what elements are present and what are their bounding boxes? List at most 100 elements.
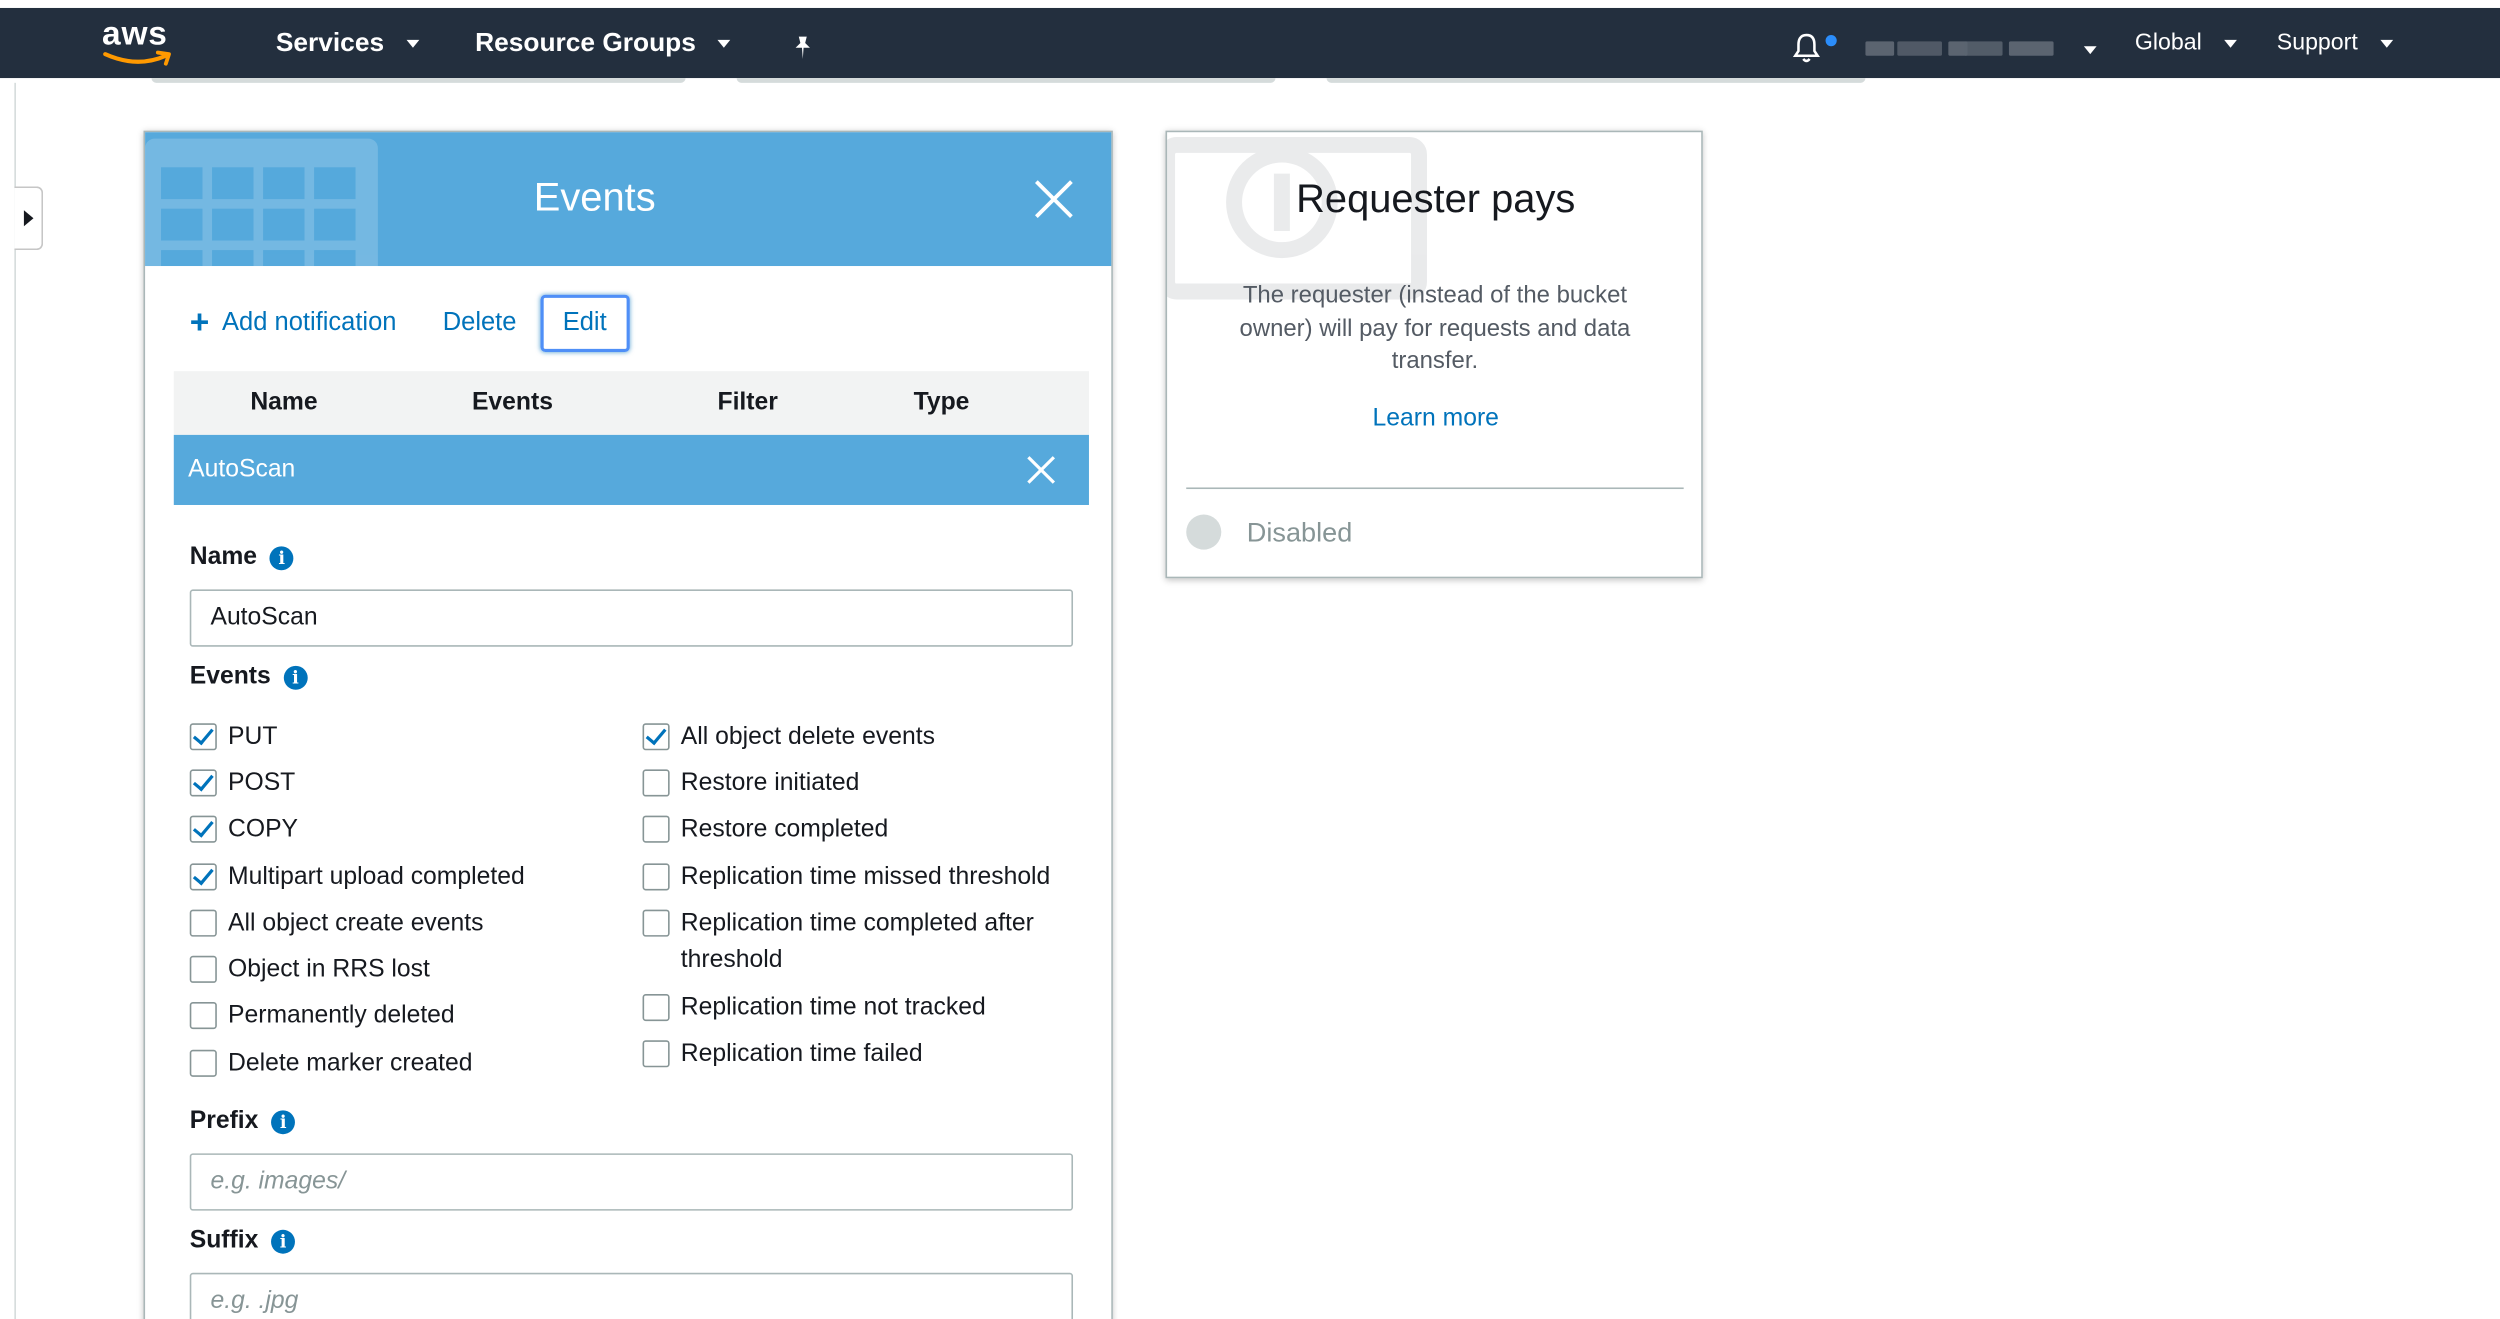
event-checkbox-item[interactable]: All object delete events [642, 718, 935, 755]
checkbox-label-text: Replication time completed after [680, 909, 1034, 937]
requester-pays-card[interactable]: Requester pays The requester (instead of… [1165, 130, 1703, 579]
status-radio[interactable] [1186, 514, 1222, 550]
top-navbar: aws Services Resource Groups Global Supp… [0, 7, 2500, 79]
event-checkbox-item[interactable]: POST [189, 765, 295, 802]
divider [1186, 487, 1684, 490]
info-icon[interactable]: i [269, 545, 294, 570]
resource-groups-menu[interactable]: Resource Groups [475, 29, 731, 59]
checkbox-label: POST [228, 765, 295, 802]
event-checkbox-item[interactable]: Replication time failed [642, 1035, 923, 1072]
region-label: Global [2134, 30, 2202, 56]
close-icon[interactable] [1025, 454, 1057, 486]
event-checkbox-item[interactable]: Replication time missed threshold [642, 859, 1051, 896]
event-checkbox-item[interactable]: COPY [189, 811, 299, 848]
event-checkbox-item[interactable]: PUT [189, 718, 277, 755]
checkbox-unchecked[interactable] [642, 815, 670, 843]
checkbox-label-text: PUT [227, 723, 278, 751]
chevron-down-icon [406, 39, 420, 48]
checkbox-unchecked[interactable] [642, 994, 670, 1022]
suffix-label-text: Suffix [189, 1226, 259, 1254]
suffix-field-label: Suffix i [189, 1226, 296, 1256]
chevron-down-icon [718, 39, 731, 48]
aws-logo-text: aws [102, 15, 168, 53]
events-label-text: Events [189, 662, 271, 690]
name-field-label: Name i [190, 543, 294, 572]
checkbox-label-text: Restore completed [680, 815, 889, 843]
edit-button[interactable]: Edit [540, 294, 629, 353]
requester-pays-title: Requester pays [1296, 176, 1576, 222]
aws-smile-icon [103, 50, 171, 66]
info-icon[interactable]: i [283, 665, 308, 689]
pin-icon[interactable] [791, 35, 815, 68]
services-menu[interactable]: Services [275, 28, 420, 59]
event-checkbox-item[interactable]: Restore initiated [642, 765, 859, 802]
aws-logo[interactable]: aws [102, 15, 182, 70]
add-notification-button[interactable]: + Add notification [189, 304, 397, 341]
region-menu[interactable]: Global [2134, 30, 2237, 56]
chevron-down-icon [2224, 39, 2237, 47]
column-header-name[interactable]: Name [250, 389, 317, 418]
events-field-label: Events i [190, 663, 308, 692]
event-checkbox-item[interactable]: Permanently deleted [189, 997, 455, 1034]
learn-more-link[interactable]: Learn more [1167, 405, 1701, 434]
events-panel-header: Events [145, 132, 1112, 267]
checkbox-unchecked[interactable] [189, 909, 217, 937]
checkbox-checked[interactable] [642, 723, 670, 751]
checkbox-checked[interactable] [189, 863, 217, 891]
checkbox-label-text: All object create events [227, 909, 484, 937]
column-header-filter[interactable]: Filter [717, 389, 777, 418]
row-name: AutoScan [188, 455, 296, 483]
sidebar-toggle[interactable] [14, 186, 44, 251]
event-checkbox-item[interactable]: Delete marker created [189, 1045, 472, 1082]
checkbox-unchecked[interactable] [642, 769, 670, 797]
event-checkbox-item[interactable]: Restore completed [642, 811, 889, 848]
checkbox-label-text: Replication time missed threshold [680, 863, 1051, 891]
column-header-type[interactable]: Type [914, 389, 970, 418]
edit-label: Edit [562, 309, 607, 337]
checkbox-label-text-line2: threshold [680, 946, 783, 974]
checkbox-checked[interactable] [189, 723, 217, 751]
checkbox-unchecked[interactable] [642, 909, 670, 937]
checkbox-checked[interactable] [189, 815, 217, 843]
name-input[interactable] [189, 589, 1074, 647]
checkbox-checked[interactable] [189, 769, 217, 797]
prefix-label-text: Prefix [189, 1107, 259, 1135]
prefix-input[interactable] [189, 1153, 1074, 1211]
info-icon[interactable]: i [271, 1228, 296, 1253]
checkbox-label-text: COPY [227, 815, 299, 843]
event-checkbox-item[interactable]: Object in RRS lost [189, 951, 430, 988]
notification-dot [1825, 35, 1837, 47]
checkbox-label-text: All object delete events [680, 723, 935, 751]
event-checkbox-item[interactable]: Replication time not tracked [642, 989, 986, 1026]
delete-button[interactable]: Delete [443, 309, 517, 338]
checkbox-label: All object create events [228, 905, 484, 942]
plus-icon: + [189, 304, 210, 341]
close-icon[interactable] [1032, 177, 1077, 222]
checkbox-unchecked[interactable] [189, 955, 217, 983]
services-label: Services [275, 28, 385, 58]
checkbox-label: All object delete events [681, 718, 935, 755]
requester-pays-description: The requester (instead of the bucket own… [1239, 281, 1631, 375]
checkbox-unchecked[interactable] [642, 863, 670, 891]
support-menu[interactable]: Support [2277, 30, 2393, 56]
event-checkbox-item[interactable]: Multipart upload completed [189, 859, 525, 896]
checkbox-unchecked[interactable] [642, 1040, 670, 1068]
chevron-down-icon[interactable] [2083, 46, 2097, 55]
checkbox-label: Replication time not tracked [681, 989, 986, 1026]
checkbox-label: Delete marker created [228, 1045, 472, 1082]
chevron-down-icon [2380, 39, 2393, 47]
table-row-selected[interactable]: AutoScan [173, 434, 1089, 505]
card-edge [736, 78, 1276, 83]
checkbox-label: PUT [228, 718, 277, 755]
checkbox-unchecked[interactable] [189, 1049, 217, 1077]
event-checkbox-item[interactable]: All object create events [189, 905, 484, 942]
name-label-text: Name [189, 543, 258, 571]
checkbox-unchecked[interactable] [189, 1001, 217, 1030]
bell-icon[interactable] [1792, 32, 1821, 72]
suffix-input[interactable] [189, 1272, 1074, 1319]
account-menu-redacted[interactable] [1865, 35, 2060, 60]
info-icon[interactable]: i [271, 1109, 296, 1134]
checkbox-label: Replication time failed [681, 1035, 923, 1072]
column-header-events[interactable]: Events [472, 389, 553, 418]
event-checkbox-item[interactable]: Replication time completed after threshol… [642, 905, 1034, 978]
